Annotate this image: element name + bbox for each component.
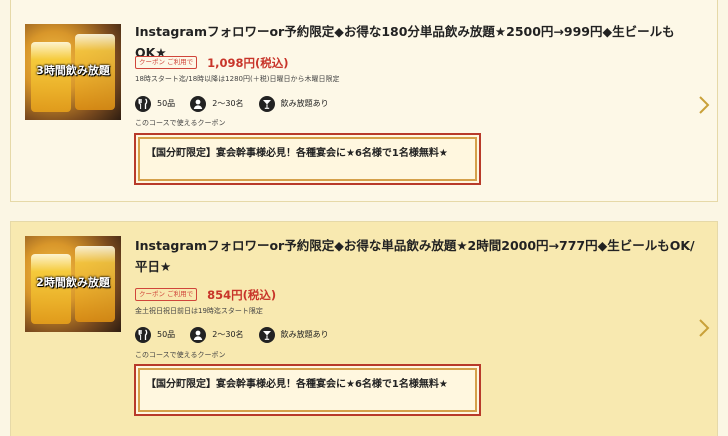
feature-drinks: 飲み放題あり bbox=[258, 95, 329, 112]
chevron-right-icon[interactable] bbox=[697, 318, 711, 338]
course-card[interactable]: 2時間飲み放題 Instagramフォロワーor予約限定◆お得な単品飲み放題★2… bbox=[10, 221, 718, 436]
course-features: 50品 2～30名 飲み放題あり bbox=[135, 324, 339, 343]
fork-knife-icon bbox=[135, 95, 151, 112]
feature-dishes: 50品 bbox=[135, 95, 176, 112]
coupon-caption: このコースで使えるクーポン bbox=[135, 119, 226, 127]
coupon-tag: クーポン ご利用で bbox=[135, 56, 198, 69]
chevron-right-icon[interactable] bbox=[697, 95, 711, 115]
course-thumbnail[interactable]: 3時間飲み放題 bbox=[25, 24, 121, 120]
feature-people: 2～30名 bbox=[190, 95, 244, 112]
thumbnail-label: 3時間飲み放題 bbox=[36, 64, 110, 77]
coupon-box[interactable]: 【国分町限定】宴会幹事様必見！各種宴会に★6名様で1名様無料★ bbox=[134, 133, 481, 185]
people-range: 2～30名 bbox=[212, 330, 244, 339]
person-icon bbox=[190, 326, 207, 343]
people-range: 2～30名 bbox=[212, 99, 244, 108]
dishes-count: 50品 bbox=[157, 330, 176, 339]
price-row: クーポン ご利用で 1,098円(税込) bbox=[135, 52, 289, 70]
drinks-label: 飲み放題あり bbox=[280, 330, 329, 339]
thumbnail-label: 2時間飲み放題 bbox=[36, 276, 110, 289]
feature-drinks: 飲み放題あり bbox=[258, 326, 329, 343]
cocktail-glass-icon bbox=[258, 95, 275, 112]
coupon-caption: このコースで使えるクーポン bbox=[135, 351, 226, 359]
price-row: クーポン ご利用で 854円(税込) bbox=[135, 284, 277, 302]
coupon-text: 【国分町限定】宴会幹事様必見！各種宴会に★6名様で1名様無料★ bbox=[146, 148, 448, 159]
course-card[interactable]: 3時間飲み放題 Instagramフォロワーor予約限定◆お得な180分単品飲み… bbox=[10, 0, 718, 202]
coupon-text: 【国分町限定】宴会幹事様必見！各種宴会に★6名様で1名様無料★ bbox=[146, 379, 448, 390]
course-price: 1,098円(税込) bbox=[207, 55, 289, 70]
course-title[interactable]: Instagramフォロワーor予約限定◆お得な単品飲み放題★2時間2000円→… bbox=[135, 235, 695, 277]
feature-dishes: 50品 bbox=[135, 326, 176, 343]
coupon-tag: クーポン ご利用で bbox=[135, 288, 198, 301]
course-features: 50品 2～30名 飲み放題あり bbox=[135, 93, 339, 112]
drinks-label: 飲み放題あり bbox=[280, 99, 329, 108]
fork-knife-icon bbox=[135, 326, 151, 343]
feature-people: 2～30名 bbox=[190, 326, 244, 343]
cocktail-glass-icon bbox=[258, 326, 275, 343]
course-note: 金土祝日祝日前日は19時迄スタート限定 bbox=[135, 307, 263, 315]
coupon-box[interactable]: 【国分町限定】宴会幹事様必見！各種宴会に★6名様で1名様無料★ bbox=[134, 364, 481, 416]
person-icon bbox=[190, 95, 207, 112]
course-note: 18時スタート迄/18時以降は1280円(＋税)日曜日から木曜日限定 bbox=[135, 75, 340, 83]
course-price: 854円(税込) bbox=[207, 287, 277, 302]
dishes-count: 50品 bbox=[157, 99, 176, 108]
course-thumbnail[interactable]: 2時間飲み放題 bbox=[25, 236, 121, 332]
